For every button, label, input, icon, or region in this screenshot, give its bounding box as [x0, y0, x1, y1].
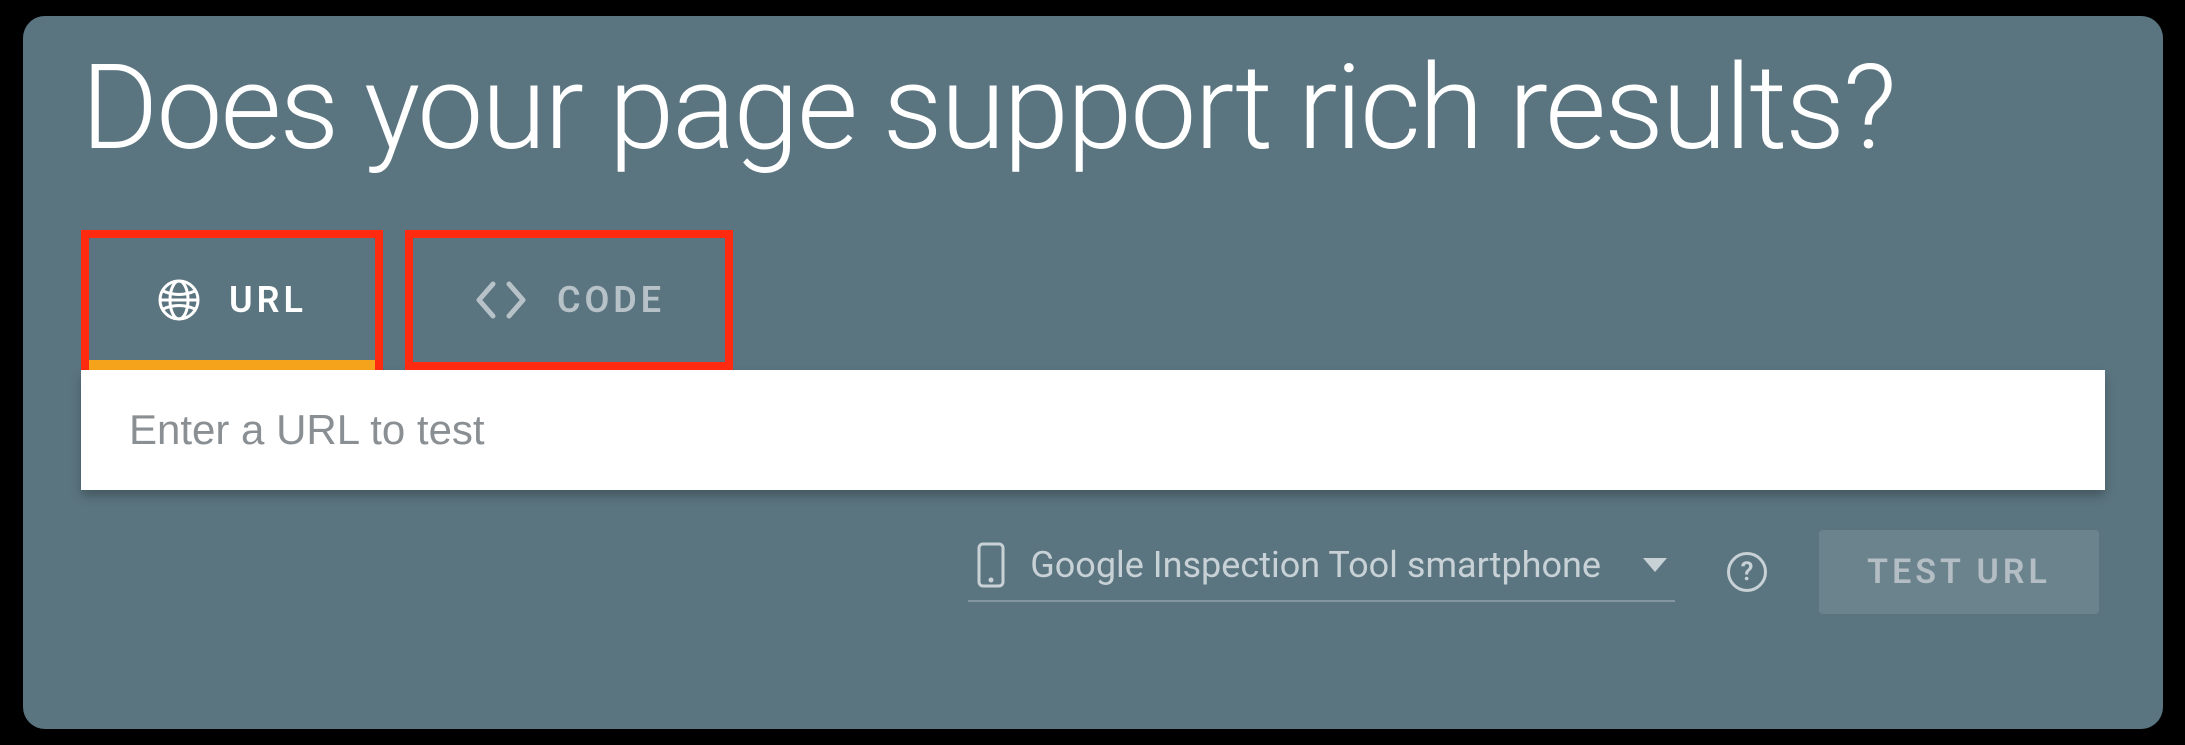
- tab-code[interactable]: CODE: [405, 230, 733, 370]
- smartphone-icon: [976, 542, 1006, 588]
- url-input[interactable]: [129, 406, 2057, 454]
- chevron-down-icon: [1643, 558, 1667, 572]
- code-icon: [473, 280, 529, 320]
- url-field-wrapper: [81, 370, 2105, 490]
- tab-url[interactable]: URL: [81, 230, 383, 370]
- help-icon[interactable]: ?: [1727, 552, 1767, 592]
- test-url-button[interactable]: TEST URL: [1819, 530, 2099, 614]
- crawler-selected-label: Google Inspection Tool smartphone: [1030, 544, 1601, 586]
- footer-row: Google Inspection Tool smartphone ? TEST…: [81, 530, 2105, 614]
- tab-url-label: URL: [229, 279, 307, 321]
- globe-icon: [157, 278, 201, 322]
- input-mode-tabs: URL CODE: [81, 230, 2105, 370]
- tab-code-label: CODE: [557, 279, 665, 321]
- crawler-select[interactable]: Google Inspection Tool smartphone: [968, 542, 1675, 602]
- page-title: Does your page support rich results?: [81, 44, 2105, 174]
- rich-results-panel: Does your page support rich results? URL: [23, 16, 2163, 729]
